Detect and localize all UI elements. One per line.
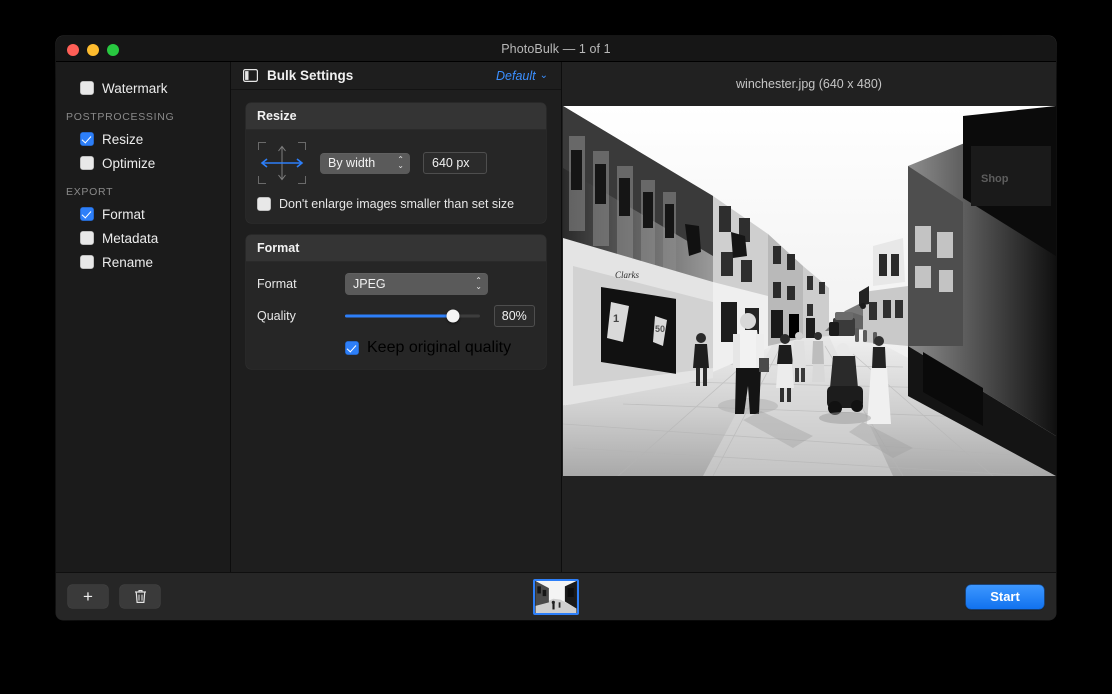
preset-dropdown[interactable]: Default ⌄ bbox=[496, 69, 548, 83]
metadata-checkbox[interactable] bbox=[80, 231, 94, 245]
window-body: Watermark POSTPROCESSING Resize Optimize… bbox=[56, 62, 1056, 572]
sidebar-panel-icon bbox=[243, 69, 258, 82]
resize-controls-row: By width ⌃⌄ 640 px bbox=[257, 141, 535, 185]
quality-row: Quality 80% bbox=[257, 305, 535, 327]
dont-enlarge-checkbox[interactable] bbox=[257, 197, 271, 211]
resize-value-text: 640 px bbox=[432, 156, 470, 170]
format-group: Format Format JPEG ⌃⌄ bbox=[246, 235, 546, 369]
preview-image[interactable]: Clarks 1 50 bbox=[563, 106, 1056, 476]
sidebar-item-optimize[interactable]: Optimize bbox=[56, 151, 230, 175]
dont-enlarge-row[interactable]: Don't enlarge images smaller than set si… bbox=[257, 197, 535, 211]
keep-original-quality-label: Keep original quality bbox=[367, 339, 511, 357]
start-button[interactable]: Start bbox=[966, 585, 1044, 609]
sidebar-item-label: Resize bbox=[102, 132, 143, 147]
window-titlebar: PhotoBulk — 1 of 1 bbox=[56, 36, 1056, 62]
format-field-label: Format bbox=[257, 277, 345, 291]
sidebar-item-format[interactable]: Format bbox=[56, 202, 230, 226]
slider-fill bbox=[345, 315, 453, 318]
settings-title: Bulk Settings bbox=[267, 68, 353, 83]
stepper-chevrons-icon: ⌃⌄ bbox=[397, 157, 404, 169]
window-title: PhotoBulk — 1 of 1 bbox=[56, 36, 1056, 62]
quality-slider[interactable] bbox=[345, 309, 480, 323]
svg-text:1: 1 bbox=[613, 313, 619, 325]
resize-arrows-icon bbox=[257, 141, 307, 185]
preview-panel: winchester.jpg (640 x 480) bbox=[562, 62, 1056, 572]
sidebar-item-label: Format bbox=[102, 207, 145, 222]
resize-group-body: By width ⌃⌄ 640 px bbox=[246, 130, 546, 223]
resize-checkbox[interactable] bbox=[80, 132, 94, 146]
dont-enlarge-label: Don't enlarge images smaller than set si… bbox=[279, 197, 514, 211]
add-files-button[interactable]: + bbox=[68, 585, 108, 608]
format-select-value: JPEG bbox=[353, 277, 386, 291]
sidebar-item-label: Watermark bbox=[102, 81, 168, 96]
settings-header: Bulk Settings Default ⌄ bbox=[231, 62, 561, 90]
bottom-toolbar: + bbox=[56, 572, 1056, 620]
quality-field-label: Quality bbox=[257, 309, 345, 323]
resize-mode-select[interactable]: By width ⌃⌄ bbox=[320, 153, 410, 174]
sidebar-section-export-heading: EXPORT bbox=[56, 175, 230, 202]
svg-text:Shop: Shop bbox=[981, 173, 1009, 185]
photobulk-window: PhotoBulk — 1 of 1 Watermark POSTPROCESS… bbox=[56, 36, 1056, 620]
sidebar: Watermark POSTPROCESSING Resize Optimize… bbox=[56, 62, 231, 572]
thumbnail-strip bbox=[56, 573, 1056, 620]
quality-value-input[interactable]: 80% bbox=[494, 305, 535, 327]
chevron-down-icon: ⌄ bbox=[540, 70, 548, 81]
keep-original-quality-checkbox[interactable] bbox=[345, 341, 359, 355]
sidebar-item-label: Optimize bbox=[102, 156, 155, 171]
quality-value-text: 80% bbox=[502, 309, 527, 323]
optimize-checkbox[interactable] bbox=[80, 156, 94, 170]
resize-mode-value: By width bbox=[328, 156, 375, 170]
format-select-row: Format JPEG ⌃⌄ bbox=[257, 273, 535, 295]
resize-value-input[interactable]: 640 px bbox=[423, 152, 487, 174]
rename-checkbox[interactable] bbox=[80, 255, 94, 269]
preview-filename: winchester.jpg (640 x 480) bbox=[562, 62, 1056, 106]
sidebar-item-watermark[interactable]: Watermark bbox=[56, 76, 230, 100]
stepper-chevrons-icon: ⌃⌄ bbox=[475, 278, 482, 290]
format-checkbox[interactable] bbox=[80, 207, 94, 221]
svg-text:Clarks: Clarks bbox=[615, 270, 640, 280]
settings-scroll-area: Resize bbox=[231, 90, 561, 572]
delete-files-button[interactable] bbox=[120, 585, 160, 608]
thumbnail-item[interactable] bbox=[533, 579, 579, 615]
sidebar-item-label: Metadata bbox=[102, 231, 158, 246]
sidebar-section-postprocessing-heading: POSTPROCESSING bbox=[56, 100, 230, 127]
trash-icon bbox=[134, 589, 147, 604]
preview-stage: Clarks 1 50 bbox=[562, 106, 1056, 572]
slider-thumb[interactable] bbox=[446, 310, 459, 323]
resize-group-title: Resize bbox=[246, 103, 546, 130]
sidebar-item-metadata[interactable]: Metadata bbox=[56, 226, 230, 250]
format-group-title: Format bbox=[246, 235, 546, 262]
settings-panel: Bulk Settings Default ⌄ Resize bbox=[231, 62, 562, 572]
resize-group: Resize bbox=[246, 103, 546, 223]
start-button-label: Start bbox=[990, 589, 1020, 604]
watermark-checkbox[interactable] bbox=[80, 81, 94, 95]
format-group-body: Format JPEG ⌃⌄ Quality bbox=[246, 262, 546, 369]
format-select[interactable]: JPEG ⌃⌄ bbox=[345, 273, 488, 295]
svg-text:50: 50 bbox=[655, 324, 665, 334]
sidebar-item-resize[interactable]: Resize bbox=[56, 127, 230, 151]
keep-original-row[interactable]: Keep original quality bbox=[257, 339, 535, 357]
sidebar-item-label: Rename bbox=[102, 255, 153, 270]
plus-icon: + bbox=[83, 588, 93, 605]
thumbnail-image bbox=[535, 581, 577, 613]
screen: PhotoBulk — 1 of 1 Watermark POSTPROCESS… bbox=[0, 0, 1112, 694]
sidebar-item-rename[interactable]: Rename bbox=[56, 250, 230, 274]
preset-label: Default bbox=[496, 69, 536, 83]
